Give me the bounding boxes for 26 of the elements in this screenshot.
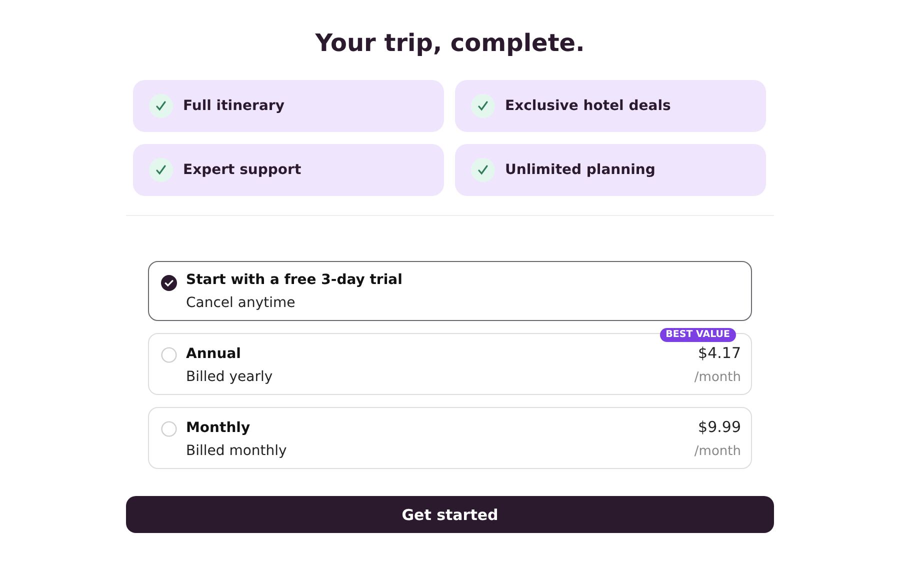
plan-note: Billed monthly xyxy=(186,443,287,459)
best-value-badge: BEST VALUE xyxy=(660,328,736,342)
price-period: /month xyxy=(694,370,741,385)
feature-label: Full itinerary xyxy=(183,98,284,114)
radio-icon xyxy=(161,421,177,437)
check-icon xyxy=(471,94,495,118)
feature-label: Exclusive hotel deals xyxy=(505,98,671,114)
check-icon xyxy=(149,94,173,118)
price-period: /month xyxy=(694,444,741,459)
plan-name: Start with a free 3-day trial xyxy=(186,272,402,288)
radio-icon xyxy=(161,347,177,363)
plan-note: Cancel anytime xyxy=(186,295,296,311)
feature-label: Unlimited planning xyxy=(505,162,656,178)
plan-price: $4.17 xyxy=(698,344,741,362)
page-title: Your trip, complete. xyxy=(315,28,585,59)
plan-name: Monthly xyxy=(186,420,250,436)
plan-note: Billed yearly xyxy=(186,369,273,385)
plan-option[interactable]: Start with a free 3-day trial Cancel anytime xyxy=(148,261,752,321)
feature-label: Expert support xyxy=(183,162,302,178)
plan-price: $9.99 xyxy=(698,418,741,436)
get-started-button[interactable]: Get started xyxy=(126,496,774,533)
plan-name: Annual xyxy=(186,346,241,362)
plan-option[interactable]: Monthly $9.99 Billed monthly /month xyxy=(148,407,752,469)
check-icon xyxy=(149,158,173,182)
check-icon xyxy=(471,158,495,182)
checked-radio-icon xyxy=(161,275,177,291)
